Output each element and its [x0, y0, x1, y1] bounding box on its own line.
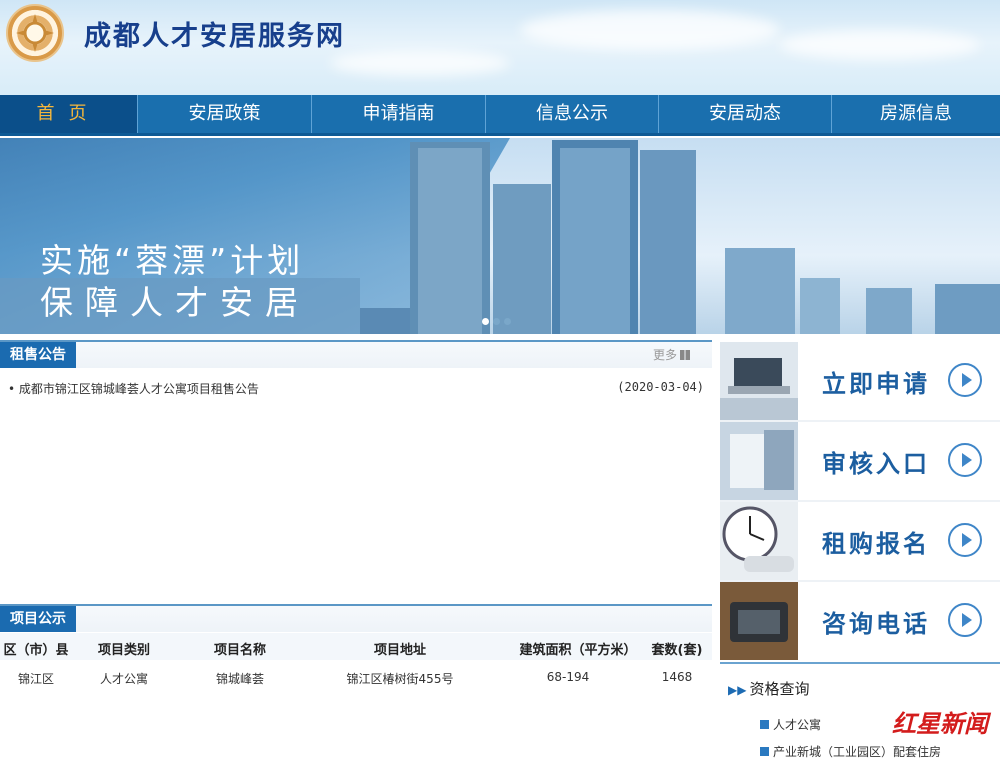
table-cell: 锦江区: [17, 672, 54, 686]
column-header: 项目类别: [97, 643, 150, 658]
divider: [720, 662, 1000, 664]
apply-now-label[interactable]: 立即申请: [822, 364, 930, 399]
hotline-label[interactable]: 咨询电话: [822, 604, 930, 639]
qualification-query-title[interactable]: ▶▶ 资格查询: [728, 678, 809, 699]
carousel-dot[interactable]: [504, 318, 511, 325]
link-label[interactable]: 产业新城（工业园区）配套住房: [773, 745, 941, 759]
hero-banner[interactable]: 实施“蓉漂”计划 保障人才安居: [0, 138, 1000, 334]
play-arrow-icon[interactable]: [948, 603, 982, 637]
review-entry-label[interactable]: 审核入口: [822, 444, 930, 479]
nav-item-disclosure[interactable]: 信息公示: [486, 95, 659, 133]
column-header: 建筑面积（平方米）: [519, 643, 637, 658]
square-bullet-icon: [760, 747, 769, 756]
link-industrial-housing[interactable]: 产业新城（工业园区）配套住房: [760, 743, 941, 760]
carousel-dots: [482, 318, 511, 325]
rental-panel-header: 租售公告 更多: [0, 340, 712, 368]
double-arrow-icon: ▶▶: [728, 683, 747, 697]
play-arrow-icon[interactable]: [948, 443, 982, 477]
telephone-icon: [720, 582, 798, 660]
rent-purchase-signup-label[interactable]: 租购报名: [822, 524, 930, 559]
carousel-dot[interactable]: [493, 318, 500, 325]
link-label[interactable]: 人才公寓: [773, 718, 821, 732]
more-label[interactable]: 更多: [653, 348, 677, 362]
banner-line-2: 保障人才安居: [40, 283, 310, 322]
table-cell[interactable]: 锦城峰荟: [200, 670, 280, 687]
link-talent-apartment[interactable]: 人才公寓: [760, 716, 821, 733]
column-header: 项目地址: [373, 643, 426, 658]
review-entry-button[interactable]: 审核入口: [720, 422, 1000, 500]
banner-line-1: 实施“蓉漂”计划: [40, 241, 305, 280]
nav-item-news[interactable]: 安居动态: [659, 95, 832, 133]
hotline-button[interactable]: 咨询电话: [720, 582, 1000, 660]
clock-car-icon: [720, 502, 798, 580]
bullet-icon: •: [8, 382, 19, 396]
column-header: 项目名称: [213, 643, 266, 658]
apply-now-button[interactable]: 立即申请: [720, 342, 1000, 420]
grid-icon[interactable]: [680, 350, 690, 360]
laptop-icon: [720, 342, 798, 420]
more-link[interactable]: 更多: [653, 346, 690, 363]
table-cell: 68-194: [546, 670, 590, 684]
table-cell: 人才公寓: [99, 672, 148, 686]
document-icon: [720, 422, 798, 500]
notice-title[interactable]: 成都市锦江区锦城峰荟人才公寓项目租售公告: [19, 382, 259, 396]
project-panel-title: 项目公示: [0, 606, 76, 632]
qualification-query-label[interactable]: 资格查询: [749, 680, 809, 698]
rent-purchase-signup-button[interactable]: 租购报名: [720, 502, 1000, 580]
play-arrow-icon[interactable]: [948, 363, 982, 397]
square-bullet-icon: [760, 720, 769, 729]
site-title[interactable]: 成都人才安居服务网: [84, 14, 345, 53]
logo-icon[interactable]: [6, 4, 64, 62]
carousel-dot[interactable]: [482, 318, 489, 325]
column-header: 区（市）县: [3, 643, 69, 658]
nav-item-housing[interactable]: 房源信息: [832, 95, 1000, 133]
list-item[interactable]: • 成都市锦江区锦城峰荟人才公寓项目租售公告 (2020-03-04): [8, 380, 708, 397]
rental-panel-title: 租售公告: [0, 342, 76, 368]
column-header: 套数(套): [651, 643, 703, 658]
nav-item-home[interactable]: 首页: [0, 95, 138, 133]
notice-date: (2020-03-04): [617, 380, 704, 394]
site-header: 成都人才安居服务网: [0, 0, 1000, 95]
main-nav: 首页 安居政策 申请指南 信息公示 安居动态 房源信息: [0, 95, 1000, 136]
table-cell: 锦江区椿树街455号: [346, 672, 454, 686]
table-cell: 1468: [661, 670, 693, 684]
play-arrow-icon[interactable]: [948, 523, 982, 557]
nav-item-policy[interactable]: 安居政策: [138, 95, 312, 133]
watermark-logo: 红星新闻: [892, 709, 988, 738]
project-panel-header: 项目公示: [0, 604, 712, 632]
nav-item-guide[interactable]: 申请指南: [312, 95, 486, 133]
